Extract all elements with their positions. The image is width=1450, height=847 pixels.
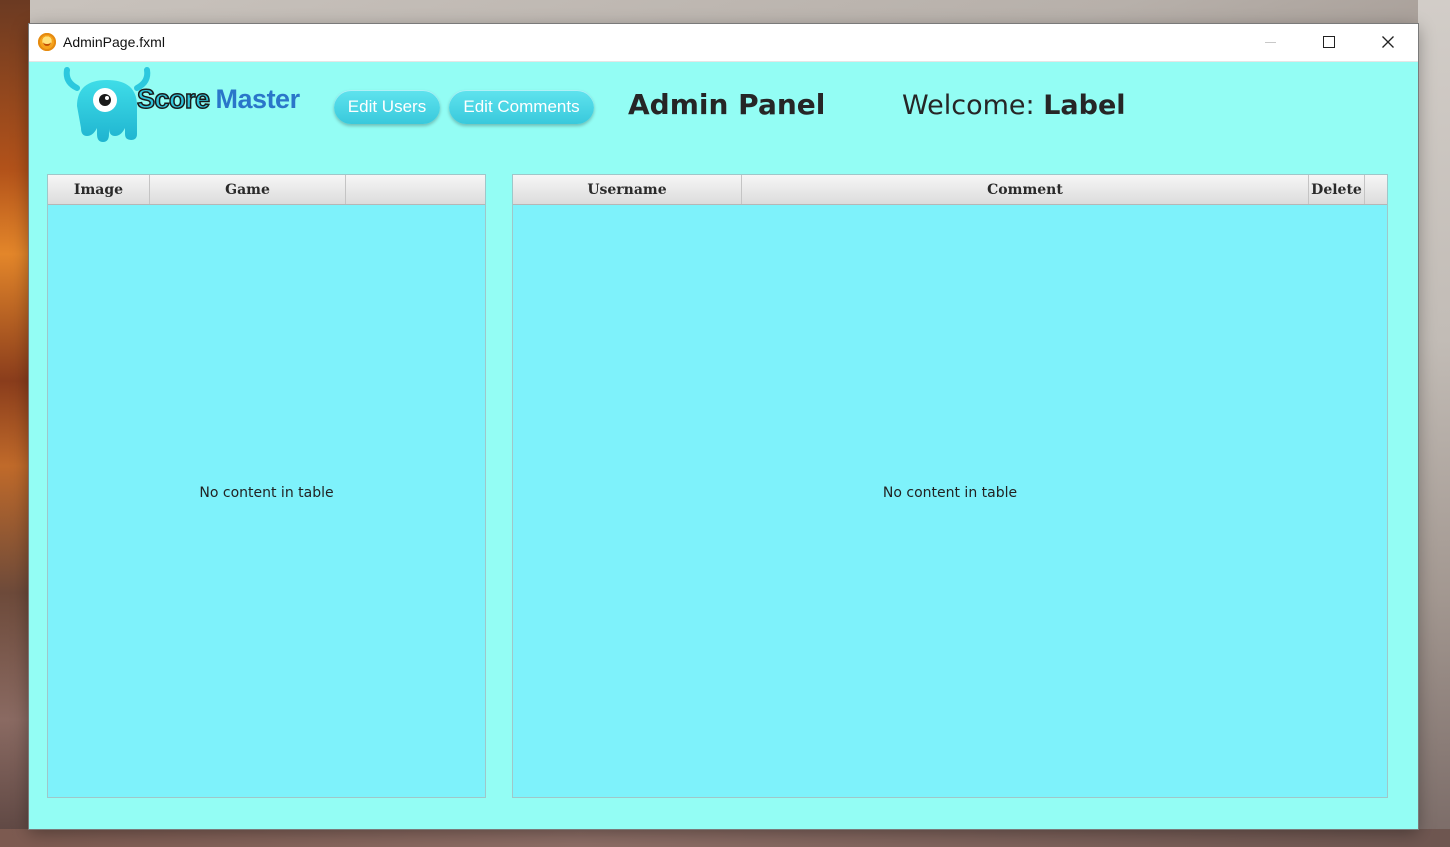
desktop-wallpaper-bottom <box>0 829 1450 847</box>
close-button[interactable] <box>1359 24 1417 60</box>
edit-comments-button[interactable]: Edit Comments <box>449 90 594 124</box>
logo-master-text: Master <box>215 84 301 114</box>
column-header-delete[interactable]: Delete <box>1309 175 1365 204</box>
games-table-header: Image Game <box>48 175 485 205</box>
maximize-icon <box>1323 36 1335 48</box>
comments-table-placeholder: No content in table <box>882 485 1018 501</box>
edit-users-button[interactable]: Edit Users <box>334 90 440 124</box>
games-table-placeholder: No content in table <box>199 485 334 501</box>
minimize-icon <box>1264 41 1276 43</box>
minimize-button[interactable] <box>1241 24 1299 60</box>
welcome-username: Label <box>1043 90 1126 121</box>
maximize-button[interactable] <box>1300 24 1358 60</box>
logo-wordmark: Score Master <box>136 83 301 115</box>
page-title: Admin Panel <box>628 88 826 121</box>
column-header-username[interactable]: Username <box>513 175 742 204</box>
title-bar[interactable]: AdminPage.fxml <box>29 24 1418 62</box>
close-icon <box>1382 36 1394 48</box>
column-header-game[interactable]: Game <box>150 175 346 204</box>
column-header-blank[interactable] <box>1365 175 1387 204</box>
window-title: AdminPage.fxml <box>63 34 165 50</box>
column-header-blank[interactable] <box>346 175 485 204</box>
logo-score-text: Score <box>136 83 211 115</box>
comments-table[interactable]: Username Comment Delete No content in ta… <box>512 174 1388 798</box>
admin-window: AdminPage.fxml Score Master Edit Users E… <box>29 24 1418 829</box>
comments-table-header: Username Comment Delete <box>513 175 1387 205</box>
app-logo-icon <box>38 33 56 51</box>
column-header-comment[interactable]: Comment <box>742 175 1309 204</box>
column-header-image[interactable]: Image <box>48 175 150 204</box>
games-table[interactable]: Image Game No content in table <box>47 174 486 798</box>
desktop-wallpaper-left <box>0 0 30 847</box>
welcome-prefix: Welcome: <box>902 90 1035 121</box>
desktop-wallpaper-right <box>1418 0 1450 847</box>
welcome-label: Welcome: Label <box>902 90 1126 121</box>
